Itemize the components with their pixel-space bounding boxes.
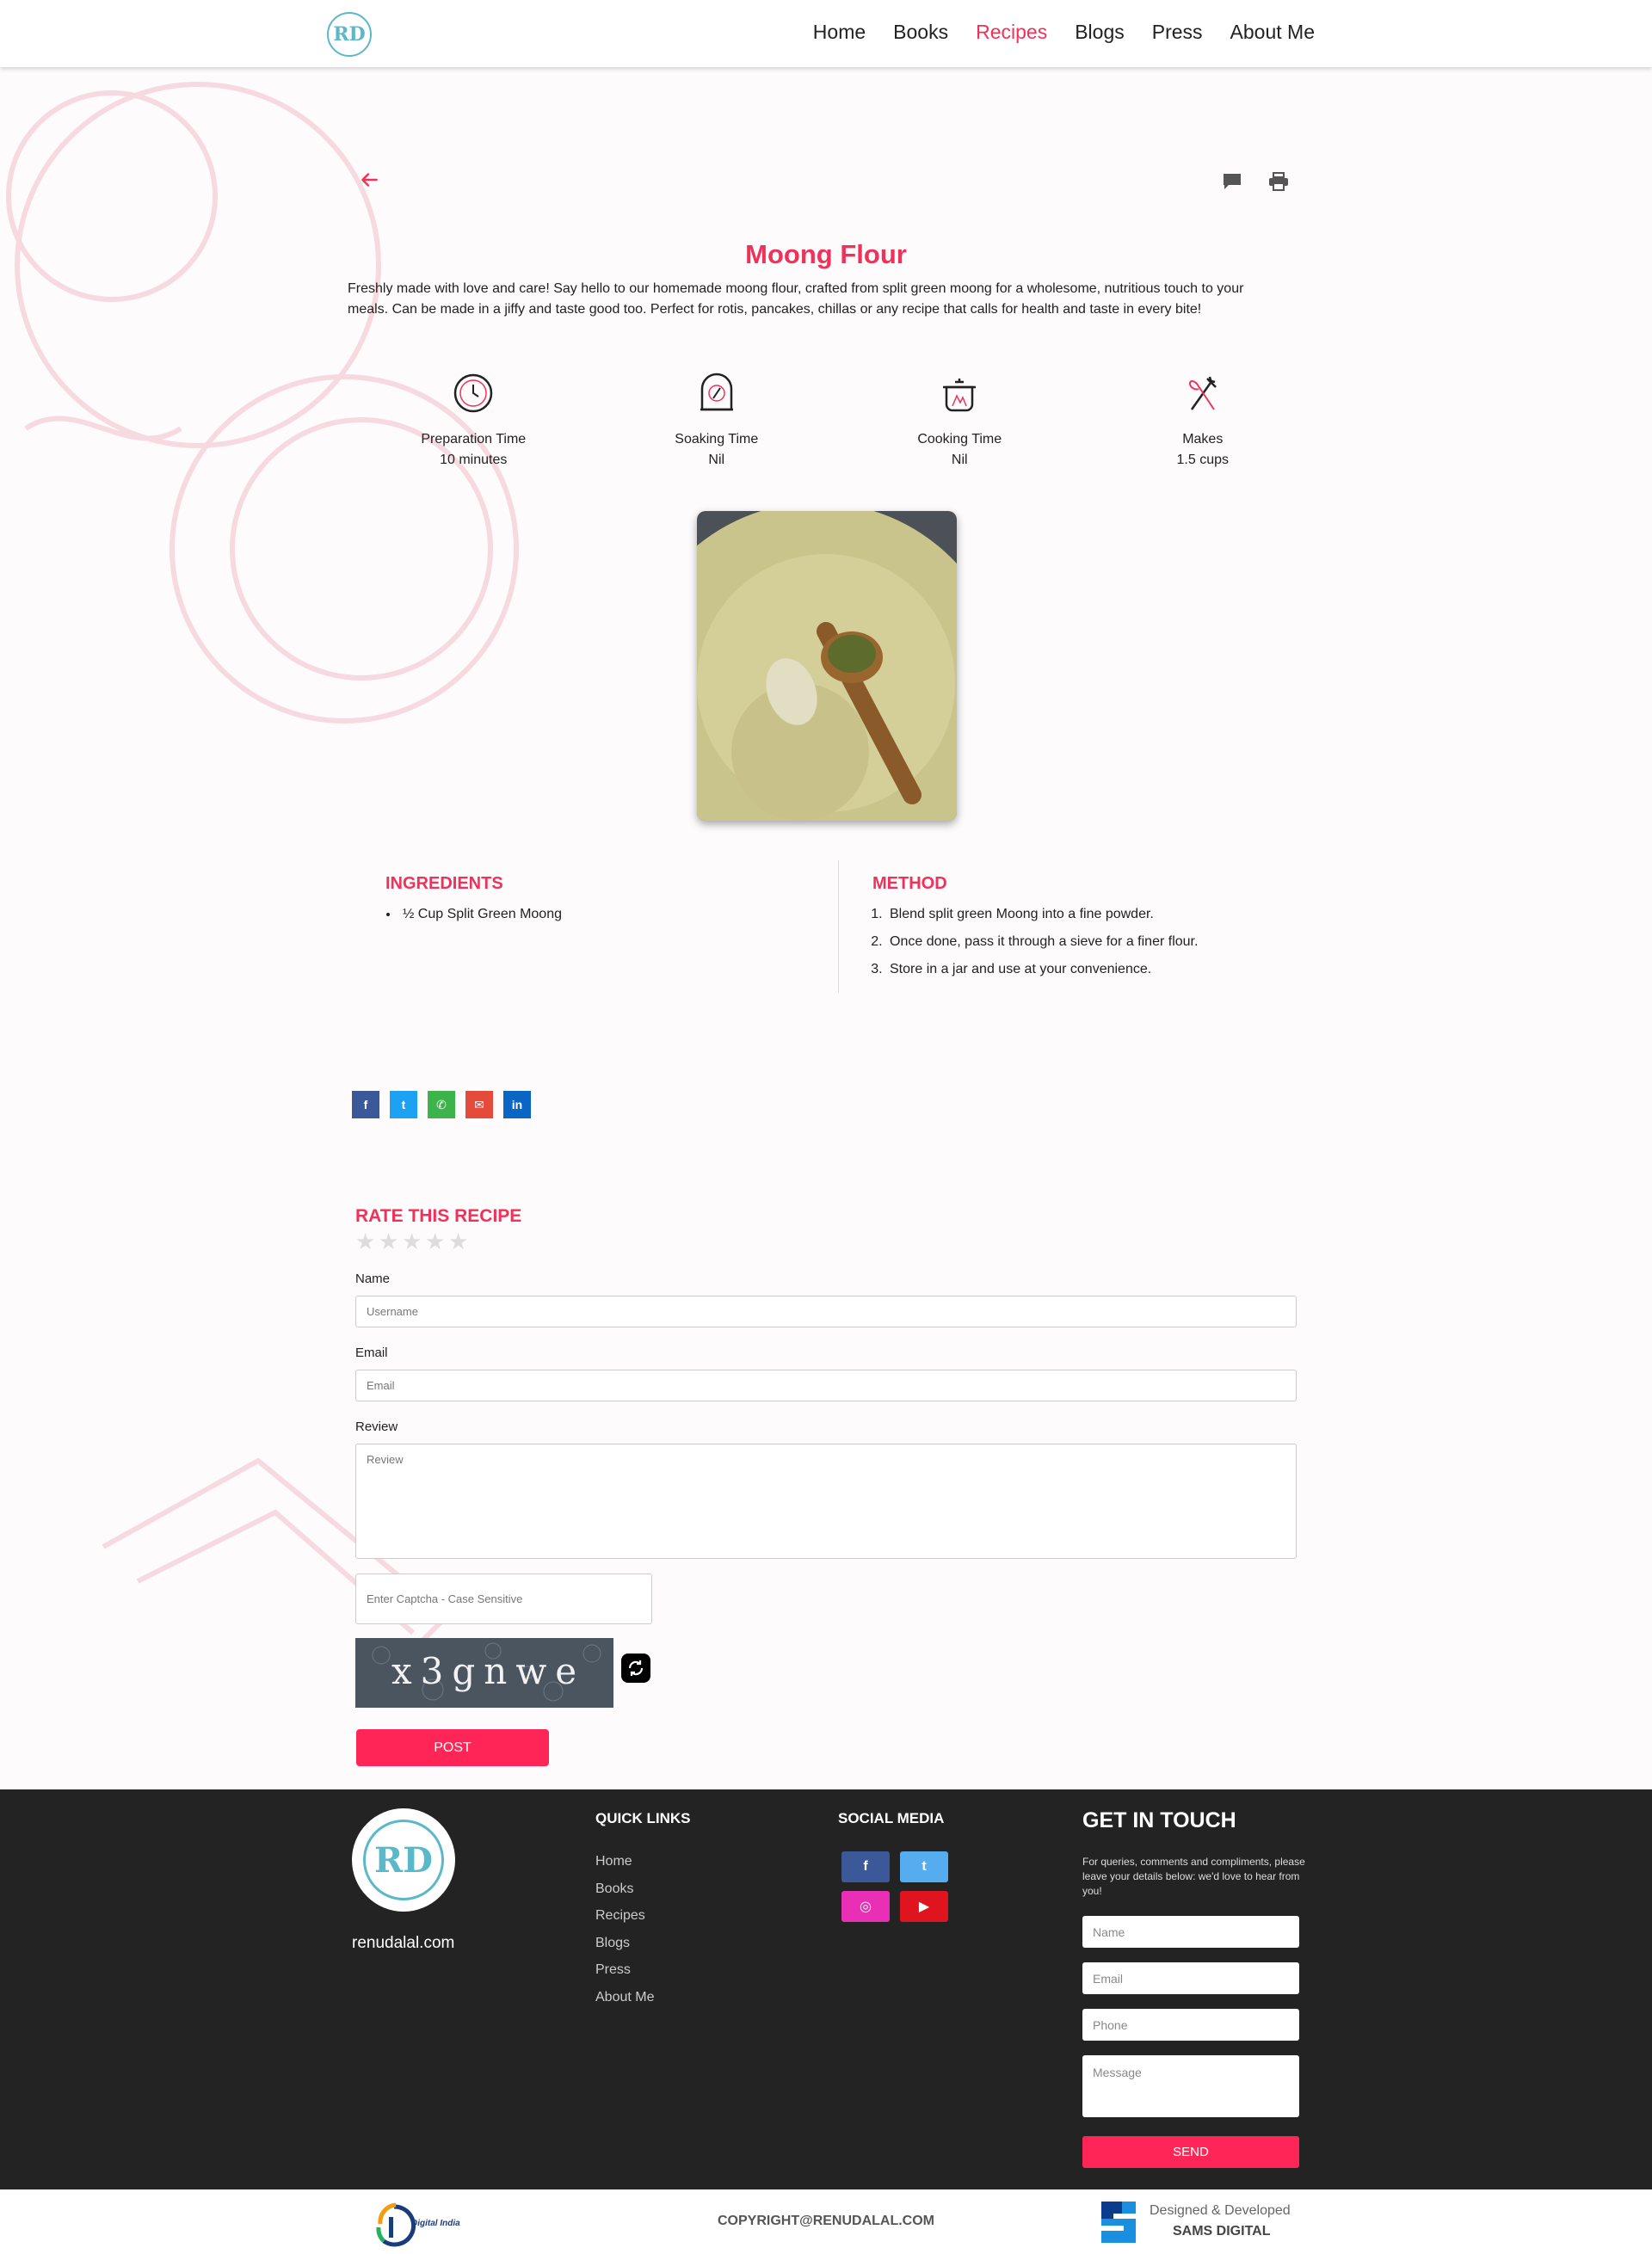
- stat-label: Soaking Time: [675, 432, 759, 446]
- recipe-stats: Preparation Time 10 minutes Soaking Time…: [352, 372, 1324, 471]
- social-media-heading: SOCIAL MEDIA: [838, 1810, 945, 1826]
- captcha-image: x3gnwe: [355, 1638, 613, 1708]
- cooking-pot-icon: [943, 379, 977, 412]
- nav-home[interactable]: Home: [813, 21, 866, 44]
- stat-makes: Makes 1.5 cups: [1082, 372, 1325, 471]
- twitter-icon[interactable]: t: [390, 1091, 417, 1118]
- footer-link-blogs[interactable]: Blogs: [595, 1930, 654, 1957]
- ingredients-list: ½ Cup Split Green Moong: [385, 901, 833, 928]
- post-button[interactable]: POST: [356, 1729, 549, 1766]
- whatsapp-icon[interactable]: ✆: [428, 1091, 455, 1118]
- footer-phone-input[interactable]: Phone: [1082, 2009, 1299, 2041]
- footer-message-textarea[interactable]: Message: [1082, 2055, 1299, 2117]
- stat-value: 1.5 cups: [1176, 453, 1229, 467]
- nav-about-me[interactable]: About Me: [1230, 21, 1315, 44]
- stat-preparation-time: Preparation Time 10 minutes: [352, 372, 595, 471]
- comment-icon[interactable]: [1222, 172, 1242, 191]
- stat-value: Nil: [951, 453, 968, 467]
- method-heading: METHOD: [872, 874, 947, 893]
- logo-text: RD: [333, 23, 366, 46]
- youtube-icon[interactable]: ▶: [900, 1891, 948, 1922]
- print-icon[interactable]: [1268, 172, 1289, 191]
- designed-by-text: Designed & Developed: [1150, 2203, 1291, 2218]
- utensils-icon: [1188, 376, 1217, 410]
- footer-logo[interactable]: RD: [352, 1808, 455, 1912]
- send-button[interactable]: SEND: [1082, 2136, 1299, 2168]
- method-step: Store in a jar and use at your convenien…: [886, 956, 1303, 983]
- share-buttons: f t ✆ ✉ in: [352, 1091, 531, 1118]
- star-icon[interactable]: ★: [448, 1230, 468, 1253]
- review-textarea[interactable]: Review: [355, 1444, 1297, 1559]
- soaking-bowl-icon: [700, 373, 733, 411]
- sams-digital-logo[interactable]: [1093, 2196, 1144, 2248]
- facebook-icon[interactable]: f: [841, 1851, 890, 1882]
- footer-name-input[interactable]: Name: [1082, 1916, 1299, 1948]
- clock-icon: [454, 373, 493, 413]
- stat-value: Nil: [708, 453, 725, 467]
- star-icon[interactable]: ★: [402, 1230, 422, 1253]
- back-arrow-icon[interactable]: [358, 169, 380, 191]
- nav-recipes[interactable]: Recipes: [976, 21, 1047, 44]
- footer-email-input[interactable]: Email: [1082, 1962, 1299, 1994]
- designer-name: SAMS DIGITAL: [1173, 2224, 1271, 2239]
- refresh-captcha-icon[interactable]: [621, 1654, 650, 1683]
- stat-soaking-time: Soaking Time Nil: [595, 372, 839, 471]
- linkedin-icon[interactable]: in: [503, 1091, 531, 1118]
- footer-link-recipes[interactable]: Recipes: [595, 1902, 654, 1930]
- ingredients-section: INGREDIENTS ½ Cup Split Green Moong: [385, 874, 833, 928]
- quick-links-list: Home Books Recipes Blogs Press About Me: [595, 1848, 654, 2011]
- email-label: Email: [355, 1346, 388, 1360]
- facebook-icon[interactable]: f: [352, 1091, 379, 1118]
- email-icon[interactable]: ✉: [465, 1091, 493, 1118]
- twitter-icon[interactable]: t: [900, 1851, 948, 1882]
- nav-blogs[interactable]: Blogs: [1075, 21, 1125, 44]
- nav-books[interactable]: Books: [893, 21, 948, 44]
- recipe-photo: [697, 511, 957, 821]
- stat-label: Makes: [1182, 432, 1224, 446]
- site-header: RD Home Books Recipes Blogs Press About …: [0, 0, 1652, 67]
- site-footer: RD renudalal.com QUICK LINKS Home Books …: [0, 1789, 1652, 2189]
- rate-recipe-heading: RATE THIS RECIPE: [355, 1206, 522, 1226]
- footer-link-about-me[interactable]: About Me: [595, 1984, 654, 2011]
- copyright-text: COPYRIGHT@RENUDALAL.COM: [717, 2214, 935, 2228]
- star-icon[interactable]: ★: [379, 1230, 398, 1253]
- quick-links-heading: QUICK LINKS: [595, 1810, 691, 1826]
- footer-site-name: renudalal.com: [352, 1934, 455, 1952]
- main-nav: Home Books Recipes Blogs Press About Me: [813, 21, 1315, 44]
- recipe-title: Moong Flour: [745, 239, 907, 269]
- star-icon[interactable]: ★: [355, 1230, 375, 1253]
- username-input[interactable]: Username: [355, 1296, 1297, 1327]
- get-in-touch-text: For queries, comments and compliments, p…: [1082, 1856, 1305, 1897]
- footer-link-press[interactable]: Press: [595, 1956, 654, 1984]
- captcha-input[interactable]: Enter Captcha - Case Sensitive: [355, 1573, 652, 1624]
- site-logo[interactable]: RD: [327, 12, 372, 57]
- ingredients-heading: INGREDIENTS: [385, 874, 503, 893]
- column-divider: [838, 860, 839, 993]
- recipe-page: RD Home Books Recipes Blogs Press About …: [0, 0, 1652, 2254]
- stat-label: Preparation Time: [421, 432, 527, 446]
- star-icon[interactable]: ★: [425, 1230, 445, 1253]
- method-section: METHOD Blend split green Moong into a fi…: [872, 874, 1303, 983]
- footer-link-books[interactable]: Books: [595, 1875, 654, 1903]
- footer-logo-text: RD: [363, 1820, 444, 1900]
- star-rating: ★ ★ ★ ★ ★: [355, 1230, 468, 1253]
- stat-value: 10 minutes: [440, 453, 508, 467]
- method-list: Blend split green Moong into a fine powd…: [872, 901, 1303, 983]
- stat-label: Cooking Time: [917, 432, 1002, 446]
- email-input[interactable]: Email: [355, 1370, 1297, 1401]
- instagram-icon[interactable]: ◎: [841, 1891, 890, 1922]
- method-step: Once done, pass it through a sieve for a…: [886, 928, 1303, 956]
- name-label: Name: [355, 1272, 391, 1286]
- ingredient-item: ½ Cup Split Green Moong: [399, 901, 833, 928]
- stat-cooking-time: Cooking Time Nil: [838, 372, 1082, 471]
- method-step: Blend split green Moong into a fine powd…: [886, 901, 1303, 928]
- nav-press[interactable]: Press: [1152, 21, 1203, 44]
- captcha-text: x3gnwe: [391, 1650, 586, 1692]
- footer-link-home[interactable]: Home: [595, 1848, 654, 1875]
- get-in-touch-heading: GET IN TOUCH: [1082, 1808, 1236, 1832]
- recipe-description: Freshly made with love and care! Say hel…: [348, 281, 1244, 317]
- bottom-bar: Digital India COPYRIGHT@RENUDALAL.COM De…: [0, 2189, 1652, 2254]
- review-label: Review: [355, 1420, 398, 1434]
